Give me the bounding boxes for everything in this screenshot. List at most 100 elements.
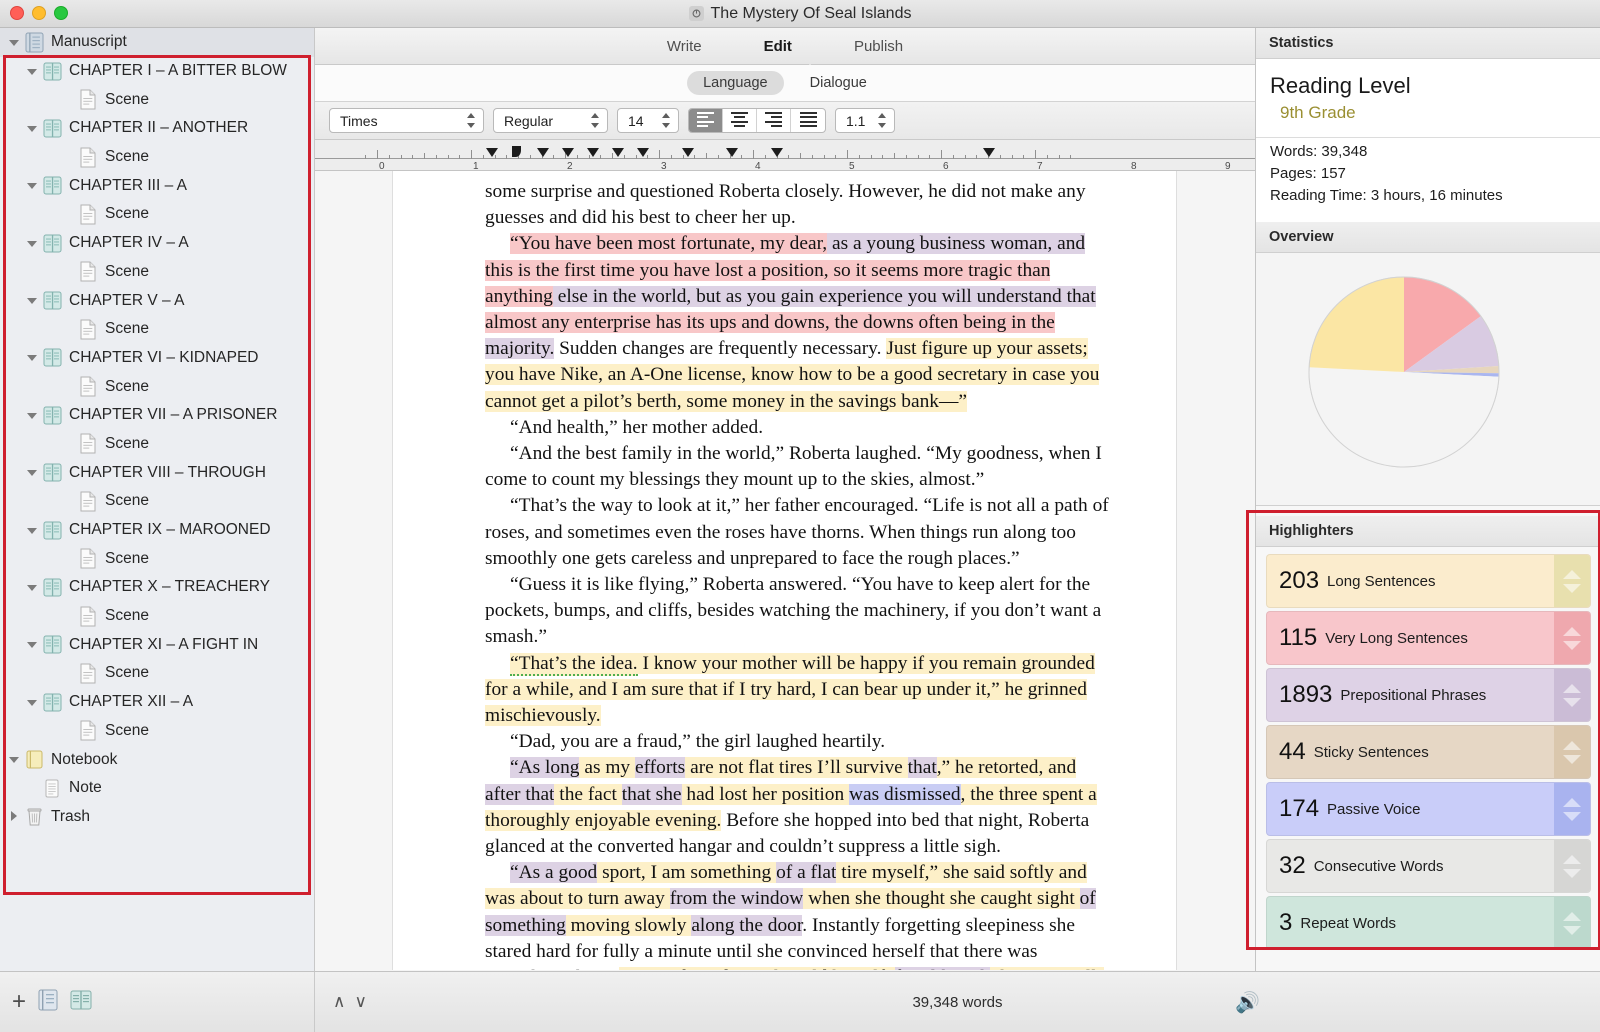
speaker-icon[interactable]: 🔊 bbox=[1235, 990, 1260, 1015]
add-icon[interactable]: + bbox=[12, 990, 26, 1014]
chevron-down-icon[interactable] bbox=[26, 179, 39, 192]
highlighter-stepper[interactable] bbox=[1554, 555, 1590, 607]
binder-item-scene[interactable]: Scene bbox=[0, 143, 314, 172]
close-button[interactable] bbox=[10, 6, 24, 20]
document-paragraph[interactable]: “As long as my efforts are not flat tire… bbox=[485, 755, 1114, 860]
line-spacing-stepper-icon[interactable] bbox=[875, 108, 889, 133]
binder-item-scene[interactable]: Scene bbox=[0, 372, 314, 401]
binder-sidebar[interactable]: ManuscriptCHAPTER I – A BITTER BLOWScene… bbox=[0, 28, 315, 971]
tab-write[interactable]: Write bbox=[667, 38, 702, 55]
document-paragraph[interactable]: “As a good sport, I am something of a fl… bbox=[485, 860, 1114, 970]
font-size-stepper-icon[interactable] bbox=[659, 108, 673, 133]
binder-item-chapter-vii-a-prisoner[interactable]: CHAPTER VII – A PRISONER bbox=[0, 401, 314, 430]
alignment-group[interactable] bbox=[688, 108, 826, 133]
stepper-up-icon[interactable] bbox=[1563, 855, 1581, 864]
line-spacing-select[interactable]: 1.1 bbox=[835, 108, 895, 133]
binder-item-chapter-xii-a[interactable]: CHAPTER XII – A bbox=[0, 688, 314, 717]
minimize-button[interactable] bbox=[32, 6, 46, 20]
highlighters-list[interactable]: 203Long Sentences115Very Long Sentences1… bbox=[1256, 547, 1600, 963]
binder-item-chapter-x-treachery[interactable]: CHAPTER X – TREACHERY bbox=[0, 573, 314, 602]
tab-language[interactable]: Language bbox=[687, 71, 784, 95]
binder-item-chapter-iv-a[interactable]: CHAPTER IV – A bbox=[0, 229, 314, 258]
maximize-button[interactable] bbox=[54, 6, 68, 20]
stepper-down-icon[interactable] bbox=[1563, 698, 1581, 707]
binder-item-scene[interactable]: Scene bbox=[0, 315, 314, 344]
document-paragraph[interactable]: “That’s the idea. I know your mother wil… bbox=[485, 651, 1114, 730]
highlighter-row-prepositional-phrases[interactable]: 1893Prepositional Phrases bbox=[1266, 668, 1591, 722]
highlighter-stepper[interactable] bbox=[1554, 612, 1590, 664]
stepper-up-icon[interactable] bbox=[1563, 912, 1581, 921]
highlighter-row-repeat-words[interactable]: 3Repeat Words bbox=[1266, 896, 1591, 950]
stepper-up-icon[interactable] bbox=[1563, 684, 1581, 693]
highlighter-stepper[interactable] bbox=[1554, 669, 1590, 721]
indent-marker[interactable] bbox=[637, 148, 649, 157]
binder-item-scene[interactable]: Scene bbox=[0, 258, 314, 287]
document-paragraph[interactable]: “Guess it is like flying,” Roberta answe… bbox=[485, 572, 1114, 651]
binder-item-scene[interactable]: Scene bbox=[0, 602, 314, 631]
indent-marker[interactable] bbox=[771, 148, 783, 157]
chevron-down-icon[interactable] bbox=[26, 65, 39, 78]
chevron-down-icon[interactable] bbox=[26, 237, 39, 250]
font-style-select[interactable]: Regular bbox=[493, 108, 608, 133]
chevron-down-icon[interactable] bbox=[26, 409, 39, 422]
highlighter-stepper[interactable] bbox=[1554, 726, 1590, 778]
align-center-button[interactable] bbox=[723, 109, 757, 132]
chevron-down-icon[interactable] bbox=[26, 638, 39, 651]
font-style-stepper-icon[interactable] bbox=[588, 108, 602, 133]
chevron-down-icon[interactable] bbox=[26, 696, 39, 709]
highlighter-row-passive-voice[interactable]: 174Passive Voice bbox=[1266, 782, 1591, 836]
chevron-down-icon[interactable] bbox=[26, 351, 39, 364]
stepper-up-icon[interactable] bbox=[1563, 570, 1581, 579]
indent-marker[interactable] bbox=[612, 148, 624, 157]
font-family-stepper-icon[interactable] bbox=[464, 108, 478, 133]
stepper-down-icon[interactable] bbox=[1563, 641, 1581, 650]
binder-item-trash[interactable]: Trash bbox=[0, 803, 314, 832]
ruler[interactable]: 0123456789 bbox=[315, 140, 1255, 171]
indent-marker[interactable] bbox=[537, 148, 549, 157]
binder-item-chapter-ii-another[interactable]: CHAPTER II – ANOTHER bbox=[0, 114, 314, 143]
font-size-select[interactable]: 14 bbox=[617, 108, 679, 133]
stepper-down-icon[interactable] bbox=[1563, 812, 1581, 821]
align-left-button[interactable] bbox=[689, 109, 723, 132]
sub-tabs[interactable]: Language Dialogue bbox=[315, 65, 1255, 102]
binder-item-scene[interactable]: Scene bbox=[0, 487, 314, 516]
chevron-down-icon[interactable] bbox=[8, 36, 21, 49]
binder-item-chapter-i-a-bitter-blow[interactable]: CHAPTER I – A BITTER BLOW bbox=[0, 57, 314, 86]
document-paragraph[interactable]: “That’s the way to look at it,” her fath… bbox=[485, 493, 1114, 572]
indent-marker[interactable] bbox=[682, 148, 694, 157]
binder-item-scene[interactable]: Scene bbox=[0, 659, 314, 688]
tab-dialogue[interactable]: Dialogue bbox=[794, 71, 883, 95]
binder-item-scene[interactable]: Scene bbox=[0, 717, 314, 746]
stepper-down-icon[interactable] bbox=[1563, 869, 1581, 878]
chevron-down-icon[interactable] bbox=[26, 294, 39, 307]
chevron-down-icon[interactable] bbox=[26, 466, 39, 479]
document-page[interactable]: some surprise and questioned Roberta clo… bbox=[393, 171, 1176, 970]
tab-edit[interactable]: Edit bbox=[764, 38, 792, 55]
document-paragraph[interactable]: “And health,” her mother added. bbox=[485, 415, 1114, 441]
chevron-down-icon[interactable] bbox=[26, 581, 39, 594]
new-folder-icon[interactable] bbox=[70, 989, 92, 1016]
binder-item-note[interactable]: Note bbox=[0, 774, 314, 803]
highlighter-row-long-sentences[interactable]: 203Long Sentences bbox=[1266, 554, 1591, 608]
stepper-down-icon[interactable] bbox=[1563, 584, 1581, 593]
tab-publish[interactable]: Publish bbox=[854, 38, 903, 55]
highlighter-row-sticky-sentences[interactable]: 44Sticky Sentences bbox=[1266, 725, 1591, 779]
highlighter-stepper[interactable] bbox=[1554, 783, 1590, 835]
binder-item-chapter-ix-marooned[interactable]: CHAPTER IX – MAROONED bbox=[0, 516, 314, 545]
align-justify-button[interactable] bbox=[791, 109, 825, 132]
document-paragraph[interactable]: “Dad, you are a fraud,” the girl laughed… bbox=[485, 729, 1114, 755]
indent-marker[interactable] bbox=[486, 148, 498, 157]
stepper-up-icon[interactable] bbox=[1563, 741, 1581, 750]
binder-item-scene[interactable]: Scene bbox=[0, 544, 314, 573]
stepper-down-icon[interactable] bbox=[1563, 755, 1581, 764]
align-right-button[interactable] bbox=[757, 109, 791, 132]
binder-item-scene[interactable]: Scene bbox=[0, 85, 314, 114]
binder-item-manuscript[interactable]: Manuscript bbox=[0, 28, 314, 57]
document-paragraph[interactable]: “You have been most fortunate, my dear, … bbox=[485, 231, 1114, 414]
document-paragraph[interactable]: some surprise and questioned Roberta clo… bbox=[485, 179, 1114, 231]
tab-stop-marker[interactable] bbox=[512, 146, 521, 157]
mode-tabs[interactable]: Write Edit Publish bbox=[315, 28, 1255, 65]
chevron-right-icon[interactable] bbox=[8, 810, 21, 823]
binder-item-chapter-iii-a[interactable]: CHAPTER III – A bbox=[0, 171, 314, 200]
binder-tree[interactable]: ManuscriptCHAPTER I – A BITTER BLOWScene… bbox=[0, 28, 314, 831]
